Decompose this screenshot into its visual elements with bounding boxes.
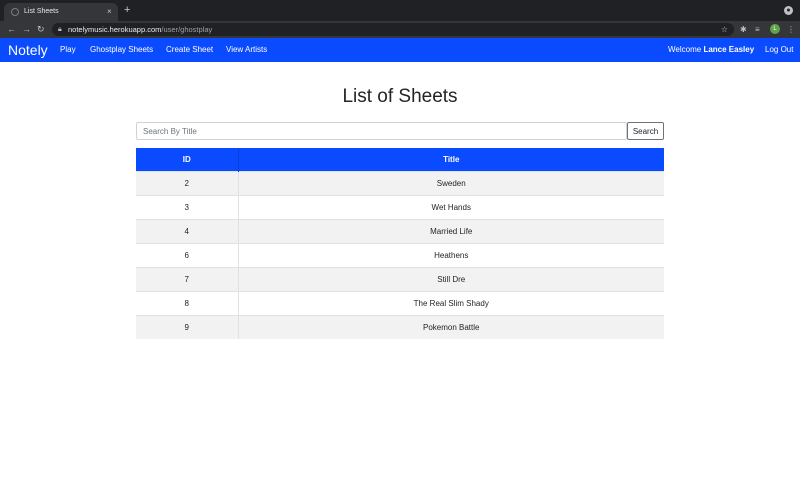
- brand-logo[interactable]: Notely: [8, 41, 48, 59]
- browser-tab-strip: List Sheets × + ●: [0, 0, 800, 21]
- sheet-title-cell: Still Dre: [237, 267, 664, 292]
- table-row[interactable]: 2 Sweden: [136, 171, 664, 196]
- new-tab-icon[interactable]: +: [124, 4, 130, 17]
- sheets-table: ID Title 2 Sweden 3 Wet Hands 4 Married …: [136, 148, 664, 339]
- back-icon[interactable]: ←: [7, 23, 16, 36]
- table-row[interactable]: 6 Heathens: [136, 243, 664, 268]
- bookmark-star-icon[interactable]: ☆: [721, 24, 728, 35]
- table-row[interactable]: 7 Still Dre: [136, 267, 664, 292]
- browser-toolbar: ← → ↻ 🔒︎ notelymusic.herokuapp.com/user/…: [0, 21, 800, 38]
- sheet-title-cell: Pokemon Battle: [237, 315, 664, 339]
- table-row[interactable]: 8 The Real Slim Shady: [136, 291, 664, 316]
- sheet-id-cell: 6: [136, 243, 238, 268]
- sheet-title-cell: Sweden: [237, 171, 664, 196]
- sheet-title-cell: Wet Hands: [237, 195, 664, 220]
- nav-link-view-artists[interactable]: View Artists: [226, 45, 267, 55]
- sheet-id-cell: 3: [136, 195, 238, 220]
- app-navbar: Notely Play Ghostplay Sheets Create Shee…: [0, 38, 800, 62]
- sheet-title-cell: Married Life: [237, 219, 664, 244]
- sheet-id-cell: 7: [136, 267, 238, 292]
- url-path: /user/ghostplay: [161, 25, 213, 34]
- favicon-icon: [11, 8, 19, 16]
- column-header-id: ID: [136, 148, 238, 172]
- table-row[interactable]: 9 Pokemon Battle: [136, 315, 664, 339]
- sheet-title-cell: Heathens: [237, 243, 664, 268]
- lock-icon: 🔒︎: [58, 26, 62, 33]
- address-url: notelymusic.herokuapp.com/user/ghostplay: [68, 24, 212, 35]
- search-input[interactable]: [136, 122, 627, 140]
- search-button[interactable]: Search: [627, 122, 664, 140]
- browser-tab[interactable]: List Sheets ×: [4, 3, 118, 21]
- address-bar[interactable]: 🔒︎ notelymusic.herokuapp.com/user/ghostp…: [52, 23, 734, 36]
- user-name: Lance Easley: [703, 45, 755, 54]
- nav-link-ghostplay-sheets[interactable]: Ghostplay Sheets: [90, 45, 153, 55]
- column-header-title: Title: [237, 148, 664, 172]
- browser-menu-icon[interactable]: ⋮: [787, 23, 795, 36]
- sheet-id-cell: 2: [136, 171, 238, 196]
- nav-link-create-sheet[interactable]: Create Sheet: [166, 45, 213, 55]
- sheet-id-cell: 9: [136, 315, 238, 339]
- sheet-title-cell: The Real Slim Shady: [237, 291, 664, 316]
- page-title: List of Sheets: [342, 86, 458, 107]
- browser-tab-title: List Sheets: [24, 8, 59, 15]
- profile-avatar[interactable]: L: [770, 24, 780, 34]
- logout-link[interactable]: Log Out: [765, 45, 793, 55]
- browser-profile-menu-icon[interactable]: ●: [784, 6, 793, 15]
- reload-icon[interactable]: ↻: [37, 23, 45, 36]
- forward-icon[interactable]: →: [22, 23, 31, 36]
- table-header-row: ID Title: [136, 148, 664, 172]
- extensions-icon[interactable]: ✱: [740, 23, 747, 36]
- welcome-message: Welcome Lance Easley: [668, 45, 754, 55]
- sheet-id-cell: 4: [136, 219, 238, 244]
- close-tab-icon[interactable]: ×: [107, 6, 112, 18]
- table-row[interactable]: 3 Wet Hands: [136, 195, 664, 220]
- url-host: notelymusic.herokuapp.com: [68, 25, 162, 34]
- sheet-id-cell: 8: [136, 291, 238, 316]
- welcome-prefix: Welcome: [668, 45, 702, 54]
- media-control-icon[interactable]: ≡: [755, 23, 760, 36]
- nav-link-play[interactable]: Play: [60, 45, 76, 55]
- table-row[interactable]: 4 Married Life: [136, 219, 664, 244]
